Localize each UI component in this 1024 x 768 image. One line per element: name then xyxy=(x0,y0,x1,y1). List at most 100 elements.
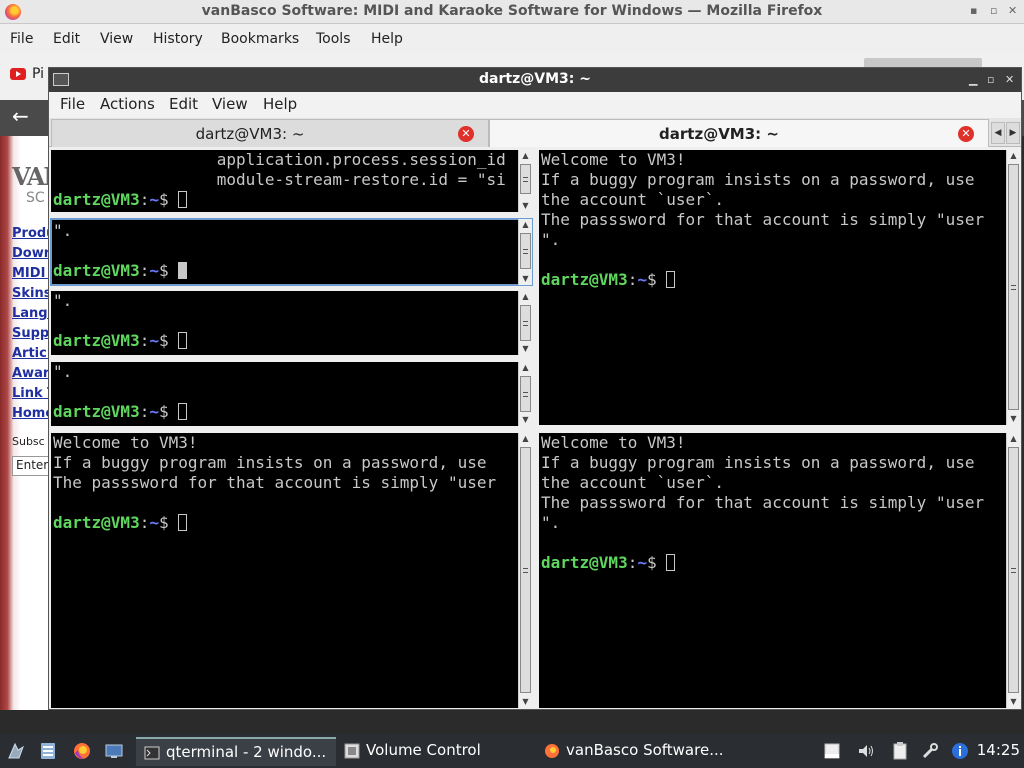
output-line: application.process.session_id xyxy=(53,150,506,169)
info-icon[interactable] xyxy=(950,741,970,761)
menu-help[interactable]: Help xyxy=(263,95,297,113)
volume-control-icon xyxy=(344,743,360,759)
vertical-scrollbar[interactable]: ▲ ▼ xyxy=(518,433,532,708)
maximize-icon[interactable]: ▫ xyxy=(990,4,997,17)
back-arrow-icon[interactable]: ← xyxy=(12,104,29,128)
vanbasco-logo-sub: SC xyxy=(26,190,45,206)
menu-view[interactable]: View xyxy=(100,31,133,47)
tab-scroll-right-icon[interactable]: ▶ xyxy=(1006,122,1020,144)
output-line: Welcome to VM3! xyxy=(541,433,686,452)
prompt-user: dartz@VM3 xyxy=(53,331,140,350)
scroll-thumb[interactable] xyxy=(1008,164,1019,410)
youtube-icon[interactable] xyxy=(10,68,26,80)
menu-history[interactable]: History xyxy=(153,31,203,47)
vertical-scrollbar[interactable]: ▲ ▼ xyxy=(1006,150,1020,425)
taskbar-task-firefox[interactable]: vanBasco Software... xyxy=(536,737,736,766)
desktop-icon[interactable] xyxy=(104,741,124,761)
tab-scroll-left-icon[interactable]: ◀ xyxy=(991,122,1005,144)
cursor xyxy=(178,332,188,349)
menu-edit[interactable]: Edit xyxy=(169,95,198,113)
tab-partial-label[interactable]: Pi xyxy=(32,66,44,82)
menu-view[interactable]: View xyxy=(212,95,248,113)
minimize-icon[interactable]: ▁ xyxy=(969,73,977,86)
vertical-scrollbar[interactable]: ▲ ▼ xyxy=(518,362,532,426)
menu-file[interactable]: File xyxy=(10,31,33,47)
menu-tools[interactable]: Tools xyxy=(316,31,351,47)
close-tab-icon[interactable]: ✕ xyxy=(958,126,974,142)
menu-edit[interactable]: Edit xyxy=(53,31,80,47)
output-line: ". xyxy=(53,221,73,240)
scroll-up-icon[interactable]: ▲ xyxy=(519,219,532,231)
terminal-pane-left-5[interactable]: Welcome to VM3! If a buggy program insis… xyxy=(51,433,532,708)
tab-terminal-1[interactable]: dartz@VM3: ~ ✕ xyxy=(51,119,489,147)
scroll-down-icon[interactable]: ▼ xyxy=(519,343,532,355)
clock[interactable]: 14:25 xyxy=(977,741,1020,759)
terminal-pane-left-2[interactable]: ". dartz@VM3:~$ ▲ ▼ xyxy=(50,218,533,286)
vertical-scrollbar[interactable]: ▲ ▼ xyxy=(518,291,532,355)
scroll-down-icon[interactable]: ▼ xyxy=(1007,413,1020,425)
scroll-down-icon[interactable]: ▼ xyxy=(519,273,532,285)
vertical-scrollbar[interactable]: ▲ ▼ xyxy=(518,150,532,212)
vertical-scrollbar[interactable]: ▲ ▼ xyxy=(518,219,532,285)
terminal-icon xyxy=(144,746,160,760)
scroll-down-icon[interactable]: ▼ xyxy=(1007,696,1020,708)
network-tools-icon[interactable] xyxy=(920,741,940,761)
output-line: the account `user`. xyxy=(541,473,725,492)
prompt-separator: : xyxy=(139,513,150,532)
close-icon[interactable]: ✕ xyxy=(1005,73,1014,86)
scroll-down-icon[interactable]: ▼ xyxy=(519,200,532,212)
scroll-thumb[interactable] xyxy=(520,376,531,412)
scroll-thumb[interactable] xyxy=(520,233,531,269)
nav-link-skins[interactable]: Skins xyxy=(12,286,51,301)
tab-terminal-2[interactable]: dartz@VM3: ~ ✕ xyxy=(489,119,989,147)
menu-actions[interactable]: Actions xyxy=(100,95,155,113)
prompt-user: dartz@VM3 xyxy=(541,270,628,289)
minimize-icon[interactable]: ▪ xyxy=(970,4,977,17)
scroll-thumb[interactable] xyxy=(520,305,531,341)
nav-link-downloads[interactable]: Down xyxy=(12,246,53,261)
scroll-down-icon[interactable]: ▼ xyxy=(519,414,532,426)
scroll-up-icon[interactable]: ▲ xyxy=(519,433,532,445)
terminal-pane-left-3[interactable]: ". dartz@VM3:~$ ▲ ▼ xyxy=(51,291,532,355)
qterminal-menubar: File Actions Edit View Help xyxy=(49,92,1021,118)
terminal-pane-right-top[interactable]: Welcome to VM3! If a buggy program insis… xyxy=(539,150,1020,425)
terminal-output: ". dartz@VM3:~$ xyxy=(53,291,188,351)
firefox-titlebar: vanBasco Software: MIDI and Karaoke Soft… xyxy=(0,0,1024,24)
taskbar-task-volume-control[interactable]: Volume Control xyxy=(336,737,536,766)
scroll-up-icon[interactable]: ▲ xyxy=(519,291,532,303)
close-tab-icon[interactable]: ✕ xyxy=(458,126,474,142)
terminal-pane-left-1[interactable]: application.process.session_id module-st… xyxy=(51,150,532,212)
taskbar-task-qterminal[interactable]: qterminal - 2 windo... xyxy=(136,737,336,766)
menu-file[interactable]: File xyxy=(60,95,85,113)
nav-link-articles[interactable]: Articl xyxy=(12,346,51,361)
close-icon[interactable]: ✕ xyxy=(1008,4,1017,17)
prompt-separator: : xyxy=(139,190,150,209)
scroll-thumb[interactable] xyxy=(520,164,531,194)
prompt-user: dartz@VM3 xyxy=(53,402,140,421)
terminal-pane-left-4[interactable]: ". dartz@VM3:~$ ▲ ▼ xyxy=(51,362,532,426)
vertical-scrollbar[interactable]: ▲ ▼ xyxy=(1006,433,1020,708)
scroll-up-icon[interactable]: ▲ xyxy=(1007,433,1020,445)
output-line: If a buggy program insists on a password… xyxy=(53,453,487,472)
menu-help[interactable]: Help xyxy=(371,31,403,47)
terminal-output: application.process.session_id module-st… xyxy=(53,150,506,210)
scroll-thumb[interactable] xyxy=(1008,447,1019,693)
output-line: If a buggy program insists on a password… xyxy=(541,453,975,472)
scroll-up-icon[interactable]: ▲ xyxy=(519,150,532,162)
notes-icon[interactable] xyxy=(822,741,842,761)
terminal-pane-right-bottom[interactable]: Welcome to VM3! If a buggy program insis… xyxy=(539,433,1020,708)
maximize-icon[interactable]: ▫ xyxy=(987,73,994,86)
volume-icon[interactable] xyxy=(856,741,876,761)
scroll-thumb[interactable] xyxy=(520,447,531,693)
scroll-down-icon[interactable]: ▼ xyxy=(519,696,532,708)
menu-bookmarks[interactable]: Bookmarks xyxy=(221,31,299,47)
app-menu-icon[interactable] xyxy=(6,741,26,761)
scroll-up-icon[interactable]: ▲ xyxy=(519,362,532,374)
qterminal-window: dartz@VM3: ~ ▁ ▫ ✕ File Actions Edit Vie… xyxy=(48,67,1022,710)
cursor xyxy=(178,262,188,279)
clipboard-icon[interactable] xyxy=(890,741,910,761)
task-label: Volume Control xyxy=(366,741,481,759)
file-manager-icon[interactable] xyxy=(38,741,58,761)
firefox-icon[interactable] xyxy=(72,741,92,761)
scroll-up-icon[interactable]: ▲ xyxy=(1007,150,1020,162)
